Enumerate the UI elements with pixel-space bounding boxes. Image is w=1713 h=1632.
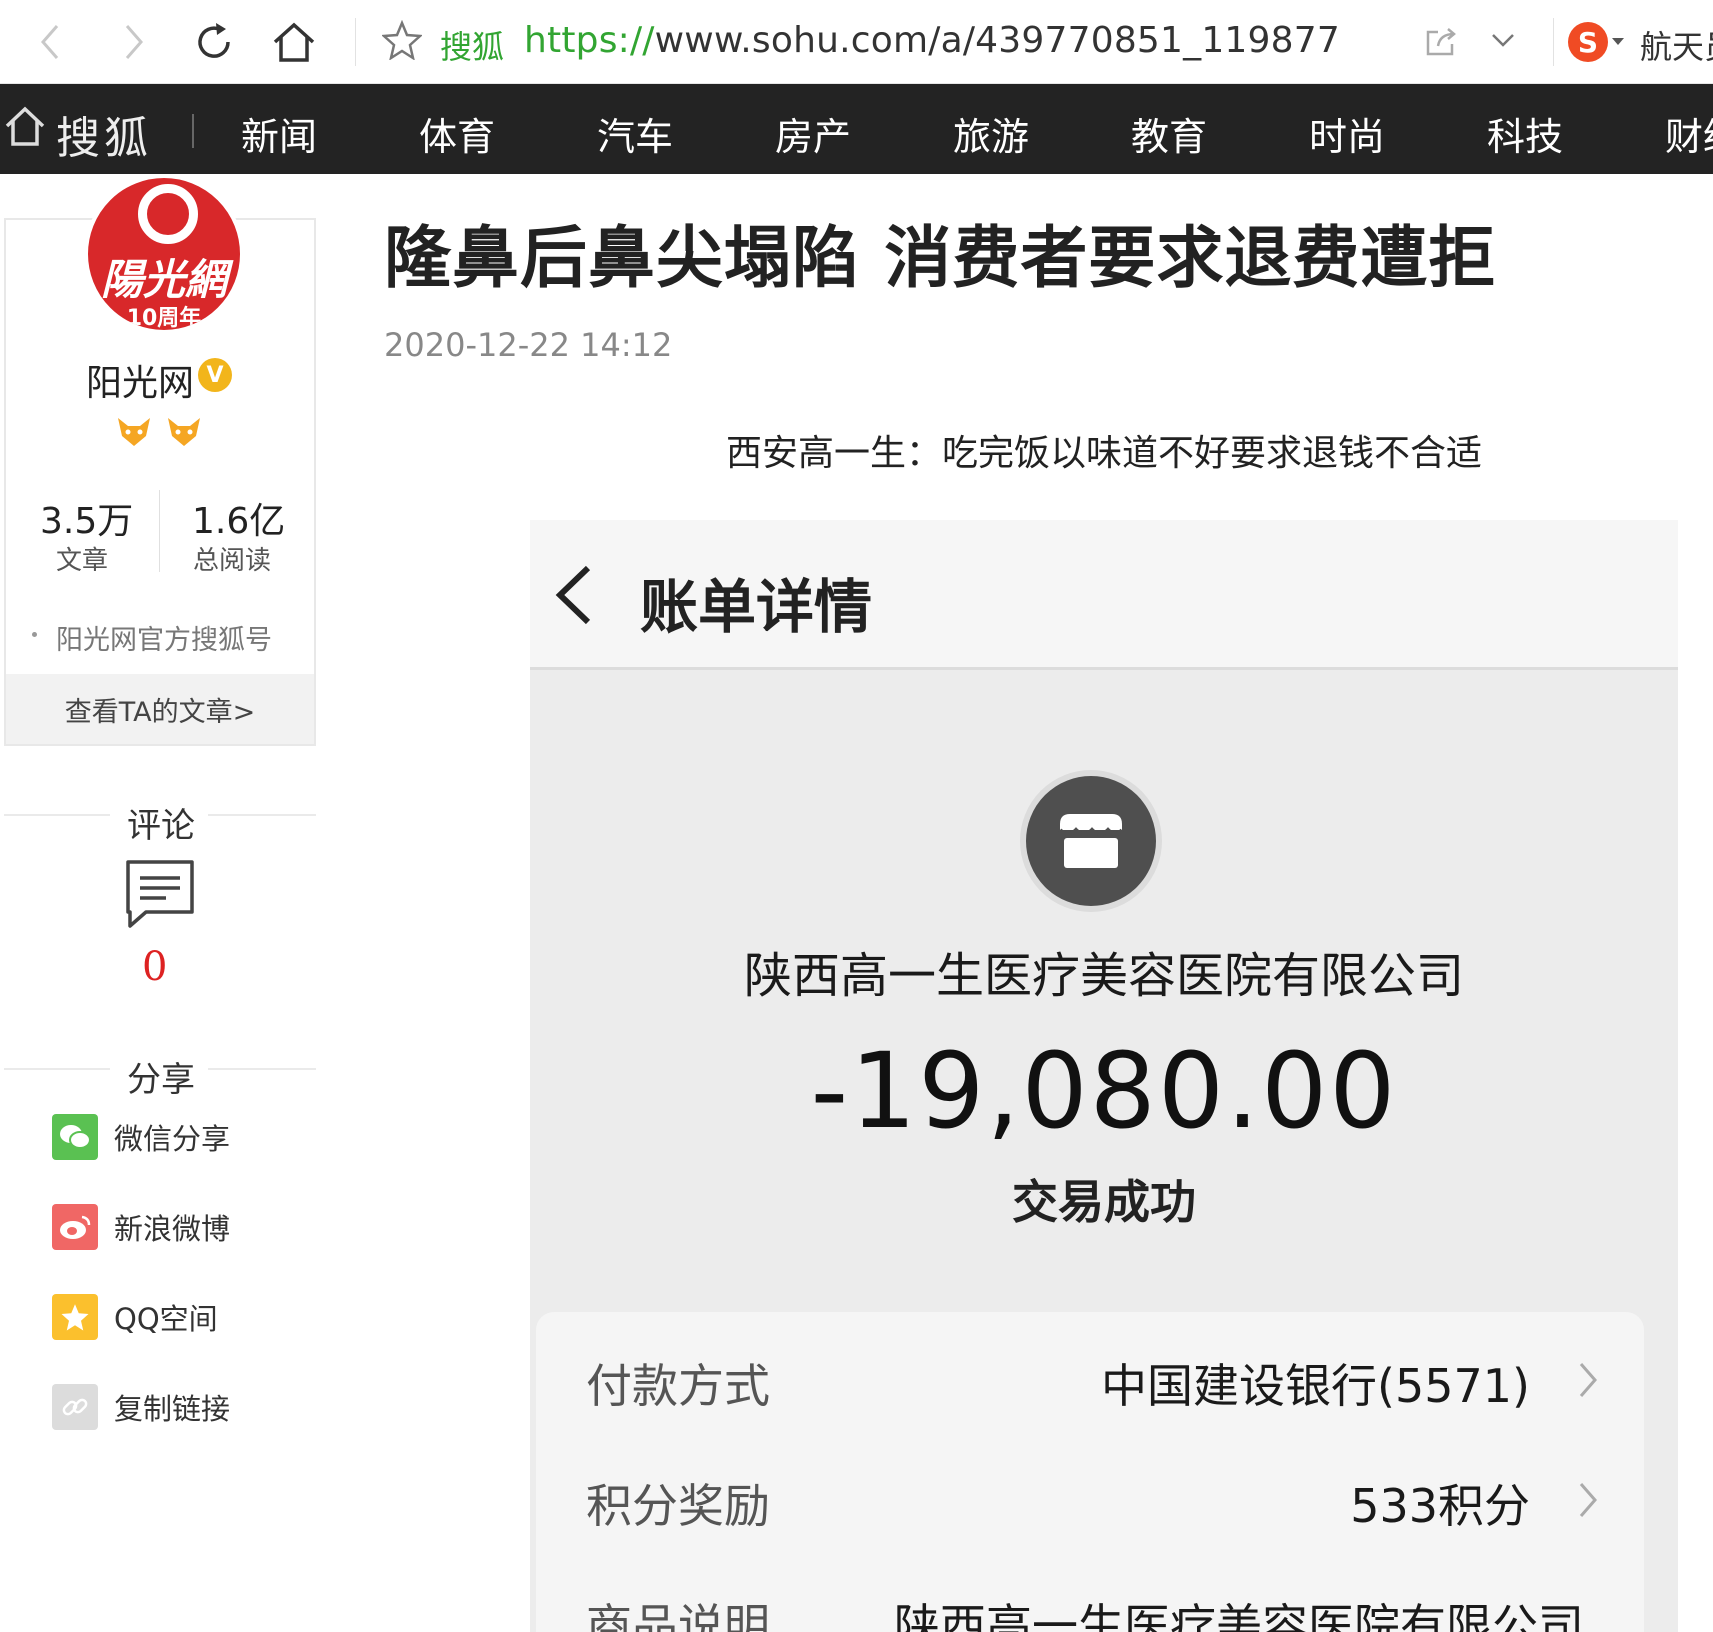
bookmark-star-icon[interactable] <box>382 20 422 60</box>
fox-badge-icon <box>118 418 150 446</box>
search-engine-caret-icon[interactable] <box>1612 38 1624 45</box>
address-bar[interactable]: https://www.sohu.com/a/439770851_119877 <box>524 20 1340 61</box>
author-intro: 阳光网官方搜狐号 <box>56 625 272 656</box>
payment-method-label: 付款方式 <box>586 1359 770 1413</box>
see-author-articles-button[interactable]: 查看TA的文章> <box>6 674 314 744</box>
share-wechat-button[interactable]: 微信分享 <box>52 1114 230 1160</box>
bill-screenshot-image: 账单详情 陕西高一生医疗美容医院有限公司 -19,080.00 交易成功 付款方… <box>530 520 1678 1632</box>
bill-status: 交易成功 <box>1012 1175 1196 1229</box>
reload-button[interactable] <box>186 14 242 70</box>
comments-divider-right <box>208 814 316 816</box>
points-reward-label: 积分奖励 <box>586 1479 770 1533</box>
site-nav: 搜狐 新闻 体育 汽车 房产 旅游 教育 时尚 科技 财经 <box>0 84 1713 174</box>
nav-item-sports[interactable]: 体育 <box>419 106 495 161</box>
share-divider-right <box>208 1068 316 1070</box>
author-name[interactable]: 阳光网 <box>86 354 194 406</box>
back-arrow-icon <box>555 565 591 625</box>
share-wechat-label: 微信分享 <box>114 1122 231 1156</box>
home-button[interactable] <box>266 14 322 70</box>
share-weibo-button[interactable]: 新浪微博 <box>52 1204 230 1250</box>
nav-divider <box>192 114 194 148</box>
bill-amount: -19,080.00 <box>810 1030 1398 1152</box>
comments-divider-left <box>4 814 110 816</box>
share-page-icon[interactable] <box>1424 26 1458 58</box>
shop-icon <box>1020 770 1162 912</box>
chevron-down-icon[interactable] <box>1490 30 1516 50</box>
toolbar-divider <box>355 18 356 66</box>
nav-item-house[interactable]: 房产 <box>775 106 851 161</box>
share-qzone-label: QQ空间 <box>114 1302 218 1336</box>
home-icon <box>273 22 315 62</box>
points-reward-value: 533积分 <box>1350 1479 1530 1533</box>
article-date: 2020-12-22 14:12 <box>384 326 673 364</box>
url-scheme: https:// <box>524 20 655 61</box>
share-divider-left <box>4 1068 110 1070</box>
article-caption: 西安高一生：吃完饭以味道不好要求退钱不合适 <box>726 433 1483 474</box>
bill-header: 账单详情 <box>530 520 1678 670</box>
site-name: 搜狐 <box>440 28 505 66</box>
url-path: www.sohu.com/a/439770851_119877 <box>654 20 1340 61</box>
fox-badge-icon <box>168 418 200 446</box>
verified-badge-icon: V <box>198 358 232 392</box>
nav-item-education[interactable]: 教育 <box>1131 106 1207 161</box>
wechat-icon <box>52 1114 98 1160</box>
intro-bullet <box>32 632 37 637</box>
stat-divider <box>159 490 160 572</box>
chevron-right-icon <box>1579 1363 1597 1397</box>
toolbar-divider-2 <box>1553 18 1554 66</box>
avatar-years: 10周年 <box>126 306 202 331</box>
product-desc-label: 商品说明 <box>586 1599 770 1632</box>
bill-merchant: 陕西高一生医疗美容医院有限公司 <box>743 948 1464 1004</box>
forward-button[interactable] <box>106 14 162 70</box>
chevron-right-icon <box>1579 1483 1597 1517</box>
author-avatar[interactable]: 陽光網 10周年 <box>84 174 244 334</box>
weibo-icon <box>52 1204 98 1250</box>
forward-icon <box>125 25 143 59</box>
browser-toolbar: 搜狐 https://www.sohu.com/a/439770851_1198… <box>0 0 1713 84</box>
copy-link-label: 复制链接 <box>114 1392 231 1426</box>
share-qzone-button[interactable]: QQ空间 <box>52 1294 218 1340</box>
back-button[interactable] <box>22 14 78 70</box>
nav-item-news[interactable]: 新闻 <box>241 106 317 161</box>
share-title: 分享 <box>127 1060 195 1100</box>
article-title: 隆鼻后鼻尖塌陷 消费者要求退费遭拒 <box>384 219 1497 297</box>
articles-label: 文章 <box>56 546 109 576</box>
reads-count: 1.6亿 <box>192 501 286 542</box>
bill-detail-card: 付款方式 中国建设银行(5571) 积分奖励 533积分 商品说明 陕西高一生医… <box>536 1312 1644 1632</box>
avatar-logo-ring <box>138 184 198 244</box>
share-weibo-label: 新浪微博 <box>114 1212 231 1246</box>
nav-item-auto[interactable]: 汽车 <box>597 106 673 161</box>
product-desc-value: 陕西高一生医疗美容医院有限公司 <box>894 1599 1584 1632</box>
nav-home-icon[interactable] <box>4 104 46 150</box>
payment-method-value: 中国建设银行(5571) <box>1101 1359 1530 1413</box>
nav-item-travel[interactable]: 旅游 <box>953 106 1029 161</box>
avatar-logo-text: 陽光網 <box>100 255 227 304</box>
reload-icon <box>198 23 230 58</box>
comment-count: 0 <box>142 944 168 990</box>
articles-count: 3.5万 <box>40 501 134 542</box>
link-icon <box>52 1384 98 1430</box>
search-hint[interactable]: 航天员 <box>1640 22 1713 68</box>
qzone-star-icon <box>52 1294 98 1340</box>
comments-title: 评论 <box>127 806 195 846</box>
comment-icon[interactable] <box>124 858 196 930</box>
copy-link-button[interactable]: 复制链接 <box>52 1384 230 1430</box>
reads-label: 总阅读 <box>193 546 272 576</box>
sohu-logo[interactable]: 搜狐 <box>56 102 152 166</box>
bill-header-title: 账单详情 <box>640 573 873 641</box>
nav-item-tech[interactable]: 科技 <box>1487 106 1563 161</box>
back-icon <box>41 25 59 59</box>
nav-item-fashion[interactable]: 时尚 <box>1309 106 1385 161</box>
nav-item-finance[interactable]: 财经 <box>1665 106 1713 161</box>
sogou-search-icon[interactable]: S <box>1568 22 1608 62</box>
